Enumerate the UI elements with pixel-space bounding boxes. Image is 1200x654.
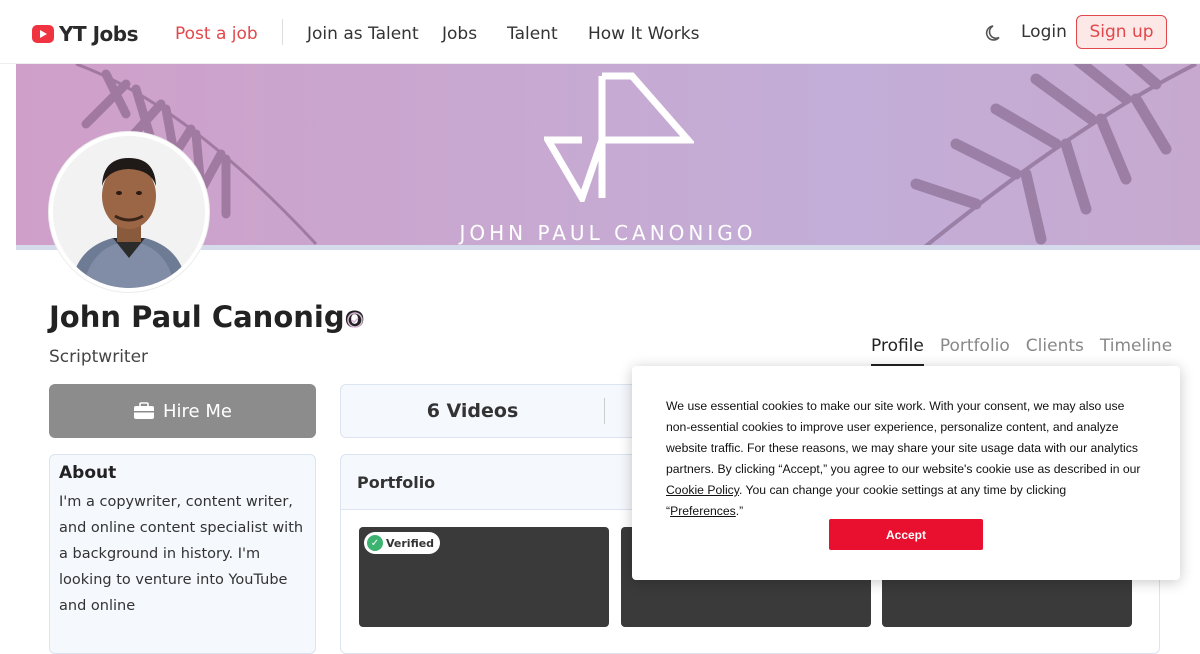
nav-post-job[interactable]: Post a job: [175, 24, 258, 44]
brand-name: YT Jobs: [59, 22, 139, 46]
verified-badge-icon: [347, 312, 363, 328]
profile-role: Scriptwriter: [49, 347, 149, 367]
cookie-consent-dialog: We use essential cookies to make our sit…: [632, 366, 1180, 580]
about-title: About: [59, 463, 117, 483]
accept-cookies-button[interactable]: Accept: [829, 519, 983, 550]
tab-timeline[interactable]: Timeline: [1100, 336, 1172, 366]
cookie-policy-link[interactable]: Cookie Policy: [666, 483, 739, 497]
cookie-text-part-1: We use essential cookies to make our sit…: [666, 399, 1141, 476]
nav-divider: [282, 19, 283, 45]
stats-divider: [604, 398, 605, 424]
moon-icon[interactable]: [984, 22, 1004, 42]
hire-me-label: Hire Me: [163, 400, 232, 422]
tab-clients[interactable]: Clients: [1026, 336, 1084, 366]
tab-profile[interactable]: Profile: [871, 336, 924, 366]
preferences-link[interactable]: Preferences: [670, 504, 736, 518]
nav-how-it-works[interactable]: How It Works: [588, 24, 699, 44]
profile-photo: [53, 136, 205, 288]
nav-jobs[interactable]: Jobs: [442, 24, 477, 44]
briefcase-icon: [134, 402, 155, 419]
nav-join-talent[interactable]: Join as Talent: [307, 24, 419, 44]
verified-pill: ✓ Verified: [364, 532, 441, 554]
tab-portfolio[interactable]: Portfolio: [940, 336, 1010, 366]
brand-monogram-logo: [544, 72, 694, 202]
login-link[interactable]: Login: [1021, 22, 1067, 42]
top-navbar: YT Jobs Post a job Join as Talent Jobs T…: [0, 0, 1200, 64]
cookie-text-part-3: .”: [735, 504, 744, 518]
avatar: [49, 132, 209, 292]
portfolio-video-thumbnail[interactable]: ✓ Verified: [359, 527, 609, 627]
nav-talent[interactable]: Talent: [507, 24, 558, 44]
videos-count: 6 Videos: [426, 400, 519, 422]
profile-name: John Paul Canonigo: [49, 300, 365, 334]
cookie-message: We use essential cookies to make our sit…: [666, 396, 1146, 522]
profile-tabs: Profile Portfolio Clients Timeline: [871, 336, 1172, 366]
play-logo-icon: [32, 25, 54, 43]
hire-me-button[interactable]: Hire Me: [49, 384, 316, 438]
brand-logo[interactable]: YT Jobs: [32, 22, 139, 46]
verified-label: Verified: [386, 536, 435, 550]
verified-check-icon: ✓: [367, 535, 383, 551]
signup-button[interactable]: Sign up: [1076, 15, 1167, 49]
about-card: About I'm a copywriter, content writer, …: [49, 454, 316, 654]
